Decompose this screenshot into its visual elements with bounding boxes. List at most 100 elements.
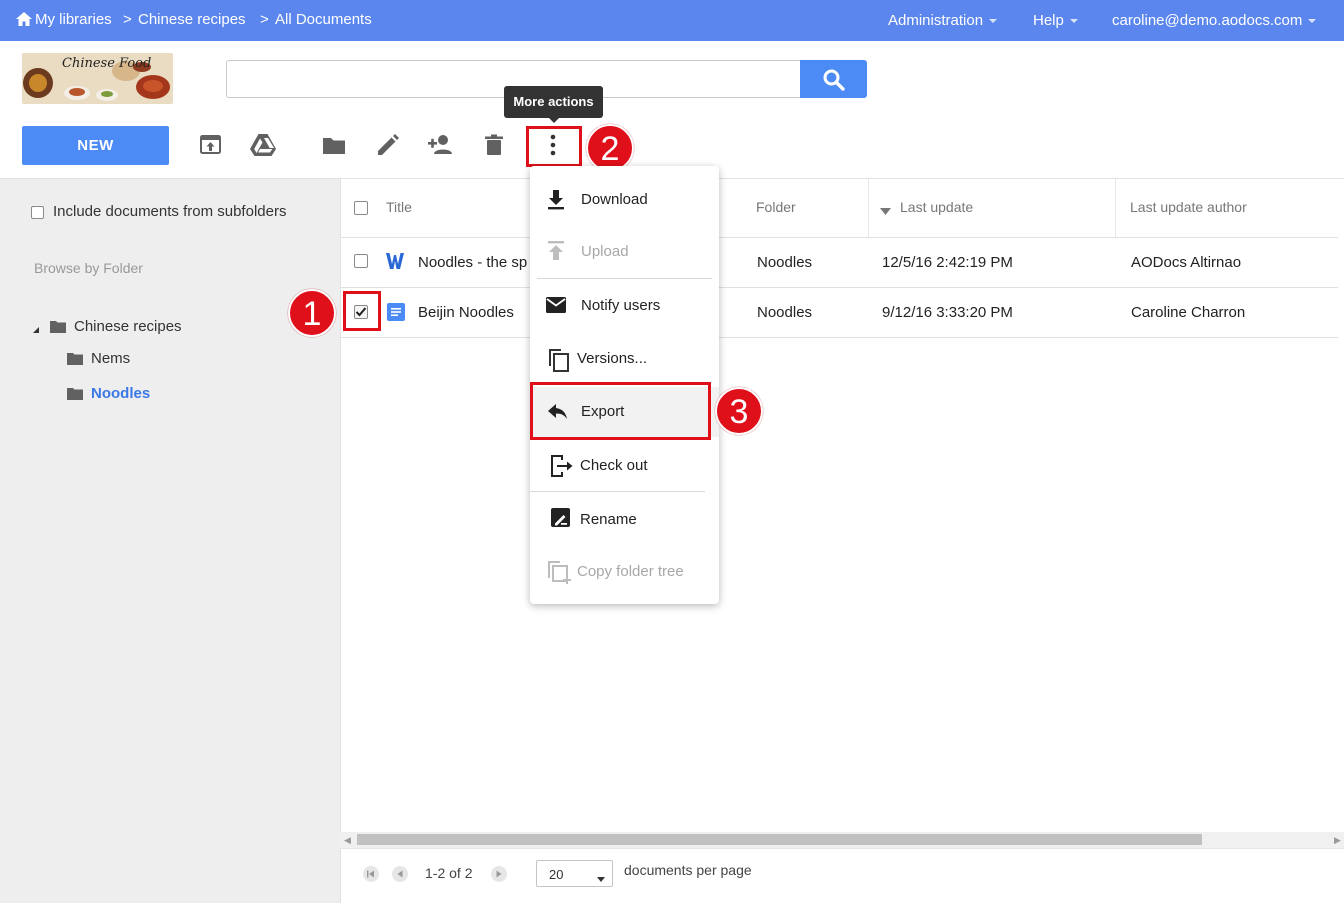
include-subfolders-checkbox[interactable] xyxy=(31,206,44,219)
breadcrumb-separator: > xyxy=(123,11,132,28)
row-author: AODocs Altirnao xyxy=(1131,254,1242,271)
trash-icon[interactable] xyxy=(479,130,509,160)
menu-item-label: Upload xyxy=(581,243,629,260)
step-badge-2: 2 xyxy=(586,124,634,172)
menu-item-download[interactable]: Download xyxy=(530,175,719,225)
footer-divider xyxy=(340,848,1344,849)
tree-item-noodles[interactable]: Noodles xyxy=(91,385,150,402)
google-doc-icon xyxy=(387,303,405,326)
column-header-last-update[interactable]: Last update xyxy=(900,199,973,215)
sidebar: Include documents from subfolders Browse… xyxy=(0,179,340,903)
rename-icon xyxy=(550,507,574,531)
pagination-range: 1-2 of 2 xyxy=(425,865,473,881)
top-navigation-bar: My libraries > Chinese recipes > All Doc… xyxy=(0,0,1344,41)
table-row[interactable]: Beijin Noodles Noodles 9/12/16 3:33:20 P… xyxy=(340,288,1338,337)
upload-icon xyxy=(544,239,568,263)
row-author: Caroline Charron xyxy=(1131,304,1246,321)
checkout-icon xyxy=(548,453,573,477)
versions-icon xyxy=(546,347,570,372)
row-checkbox[interactable] xyxy=(354,254,368,268)
tree-collapse-icon[interactable] xyxy=(32,321,40,339)
folder-icon[interactable] xyxy=(319,130,349,160)
folder-icon xyxy=(67,387,83,405)
add-user-icon[interactable] xyxy=(426,130,456,160)
home-icon[interactable] xyxy=(16,12,32,30)
menu-item-label: Check out xyxy=(580,457,648,474)
help-label: Help xyxy=(1033,12,1064,29)
menu-item-label: Notify users xyxy=(581,297,661,314)
search-button[interactable] xyxy=(800,60,867,98)
select-all-checkbox[interactable] xyxy=(354,201,368,215)
menu-item-check-out[interactable]: Check out xyxy=(530,441,719,491)
row-title[interactable]: Noodles - the sp xyxy=(418,254,527,271)
scrollbar-thumb[interactable] xyxy=(357,834,1202,845)
breadcrumb-my-libraries[interactable]: My libraries xyxy=(35,11,112,28)
menu-separator xyxy=(530,491,705,492)
scroll-right-icon[interactable]: ▶ xyxy=(1334,835,1341,846)
menu-item-label: Rename xyxy=(580,511,637,528)
highlight-box-row-checkbox xyxy=(343,291,381,331)
highlight-box-more-actions xyxy=(526,126,582,167)
caret-down-icon xyxy=(1308,19,1317,24)
caret-down-icon xyxy=(989,19,998,24)
tree-item-nems[interactable]: Nems xyxy=(91,350,130,367)
edit-icon[interactable] xyxy=(373,130,403,160)
row-divider xyxy=(340,337,1338,338)
open-in-new-icon[interactable] xyxy=(196,130,226,160)
table-row[interactable]: Noodles - the sp Noodles 12/5/16 2:42:19… xyxy=(340,238,1338,287)
menu-item-upload[interactable]: Upload xyxy=(530,227,719,277)
column-header-folder[interactable]: Folder xyxy=(756,199,796,215)
breadcrumb-separator: > xyxy=(260,11,269,28)
google-drive-icon[interactable] xyxy=(248,130,278,160)
library-logo[interactable]: Chinese Food xyxy=(22,53,173,104)
menu-item-versions[interactable]: Versions... xyxy=(530,334,719,384)
scroll-left-icon[interactable]: ◀ xyxy=(344,835,351,846)
user-email: caroline@demo.aodocs.com xyxy=(1112,12,1303,29)
user-menu[interactable]: caroline@demo.aodocs.com xyxy=(1112,12,1317,29)
highlight-box-export xyxy=(530,382,711,440)
tree-item-chinese-recipes[interactable]: Chinese recipes xyxy=(74,318,182,335)
column-divider xyxy=(868,179,869,237)
page-size-value: 20 xyxy=(549,867,564,882)
search-icon xyxy=(822,68,846,95)
download-icon xyxy=(544,187,568,211)
main-left-border xyxy=(340,179,341,903)
column-divider xyxy=(1115,179,1116,237)
caret-down-icon xyxy=(597,871,605,886)
help-menu[interactable]: Help xyxy=(1033,12,1078,29)
row-folder: Noodles xyxy=(757,254,813,271)
sort-desc-icon xyxy=(880,203,891,221)
column-header-title[interactable]: Title xyxy=(386,199,412,215)
row-title[interactable]: Beijin Noodles xyxy=(418,304,514,321)
menu-item-copy-folder-tree[interactable]: Copy folder tree xyxy=(530,547,719,597)
new-button[interactable]: NEW xyxy=(22,126,169,165)
prev-page-icon[interactable] xyxy=(392,866,408,882)
mail-icon xyxy=(544,293,568,317)
administration-label: Administration xyxy=(888,12,984,29)
copy-tree-icon xyxy=(546,559,571,584)
first-page-icon[interactable] xyxy=(363,866,379,882)
caret-down-icon xyxy=(1069,19,1078,24)
menu-item-label: Versions... xyxy=(577,350,648,367)
menu-separator xyxy=(537,278,712,279)
breadcrumb-library[interactable]: Chinese recipes xyxy=(138,11,246,28)
browse-by-folder-label: Browse by Folder xyxy=(34,260,143,276)
column-header-last-update-author[interactable]: Last update author xyxy=(1130,199,1247,215)
include-subfolders-label: Include documents from subfolders xyxy=(53,203,287,220)
logo-text: Chinese Food xyxy=(62,56,152,71)
word-document-icon xyxy=(386,252,404,275)
menu-item-notify-users[interactable]: Notify users xyxy=(530,281,719,331)
per-page-label: documents per page xyxy=(624,862,752,878)
page-size-select[interactable]: 20 xyxy=(536,860,613,887)
administration-menu[interactable]: Administration xyxy=(888,12,998,29)
menu-item-label: Download xyxy=(581,191,648,208)
step-badge-1: 1 xyxy=(288,289,336,337)
row-last-update: 9/12/16 3:33:20 PM xyxy=(882,304,1013,321)
folder-icon xyxy=(50,320,66,338)
next-page-icon[interactable] xyxy=(491,866,507,882)
menu-item-label: Copy folder tree xyxy=(577,563,684,580)
folder-icon xyxy=(67,352,83,370)
menu-item-rename[interactable]: Rename xyxy=(530,495,719,545)
breadcrumb-current-view[interactable]: All Documents xyxy=(275,11,372,28)
row-last-update: 12/5/16 2:42:19 PM xyxy=(882,254,1013,271)
